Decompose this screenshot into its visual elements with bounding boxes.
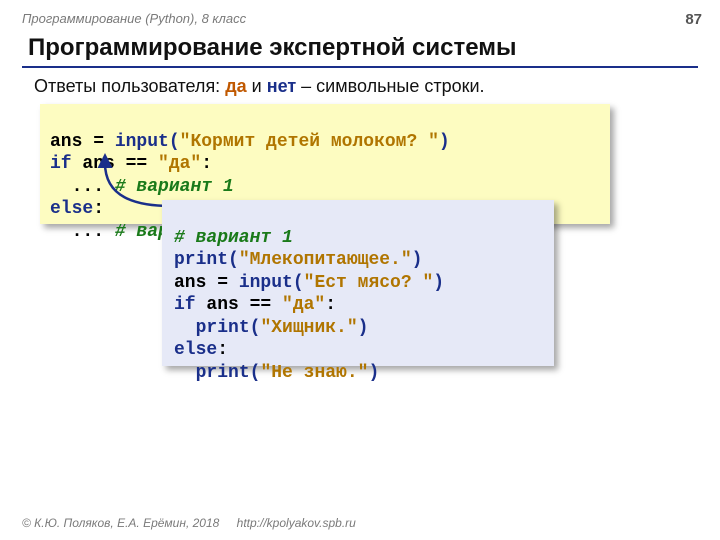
subtitle-prefix: Ответы пользователя: <box>34 76 225 96</box>
code-block-variant1: # вариант 1 print("Млекопитающее.") ans … <box>162 200 554 366</box>
code-line: print("Хищник.") <box>174 318 368 338</box>
slide-title: Программирование экспертной системы <box>28 34 517 62</box>
answer-yes: да <box>225 76 246 96</box>
answer-no: нет <box>267 76 296 96</box>
code-line: else: <box>174 340 228 360</box>
subtitle-mid: и <box>247 76 267 96</box>
code-line: # вариант 1 <box>174 228 293 248</box>
title-underline <box>22 66 698 68</box>
page-number: 87 <box>685 11 702 28</box>
slide-footer: © К.Ю. Поляков, Е.А. Ерёмин, 2018 http:/… <box>22 516 356 530</box>
subtitle-suffix: – символьные строки. <box>296 76 484 96</box>
code-line: ans = input("Ест мясо? ") <box>174 273 444 293</box>
course-label: Программирование (Python), 8 класс <box>22 11 246 28</box>
copyright: © К.Ю. Поляков, Е.А. Ерёмин, 2018 <box>22 516 219 530</box>
footer-url: http://kpolyakov.spb.ru <box>237 516 356 530</box>
code-line: print("Не знаю.") <box>174 363 379 383</box>
code-line: ans = input("Кормит детей молоком? ") <box>50 132 450 152</box>
code-line: if ans == "да": <box>174 295 336 315</box>
subtitle-line: Ответы пользователя: да и нет – символьн… <box>34 76 485 97</box>
code-line: print("Млекопитающее.") <box>174 250 422 270</box>
slide-header: Программирование (Python), 8 класс 87 <box>0 11 720 28</box>
